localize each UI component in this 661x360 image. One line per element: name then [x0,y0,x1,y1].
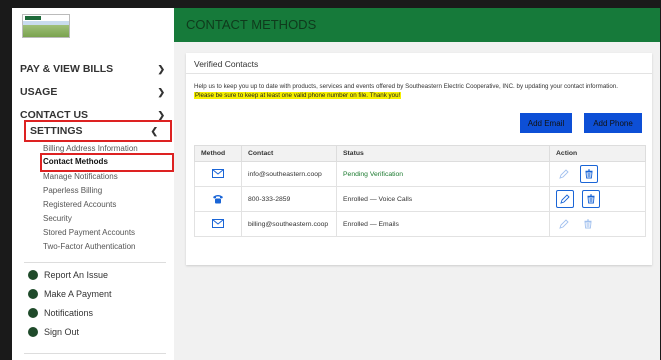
report-issue-link[interactable]: Report An Issue [28,270,108,280]
sign-out-icon [28,327,38,337]
table-row: 800-333-2859 Enrolled — Voice Calls [194,186,646,212]
settings-paperless-billing[interactable]: Paperless Billing [43,186,102,195]
chevron-up-icon: ❮ [150,125,158,136]
phone-warning-text: Please be sure to keep at least one vali… [194,92,402,99]
pencil-icon [559,219,569,229]
contact-cell: info@southeastern.coop [241,161,337,187]
nav-settings[interactable]: SETTINGS ❮ [30,121,158,141]
method-cell [194,186,242,212]
column-header-contact: Contact [241,145,337,162]
add-email-button[interactable]: Add Email [520,113,572,133]
method-cell [194,161,242,187]
add-phone-button[interactable]: Add Phone [584,113,642,133]
chevron-down-icon: ❯ [157,86,165,97]
table-header-row: Method Contact Status Action [194,145,646,162]
settings-stored-payment[interactable]: Stored Payment Accounts [43,228,135,237]
pencil-icon [560,194,570,204]
nav-usage[interactable]: USAGE ❯ [20,82,165,102]
divider [24,262,166,263]
envelope-icon [212,168,224,180]
app-window: PAY & VIEW BILLS ❯ USAGE ❯ CONTACT US ❯ … [12,8,660,360]
payment-icon [28,289,38,299]
verified-contacts-card: Verified Contacts Help us to keep you up… [186,53,652,265]
column-header-method: Method [194,145,242,162]
divider [186,73,652,74]
sidebar: PAY & VIEW BILLS ❯ USAGE ❯ CONTACT US ❯ … [12,8,175,360]
edit-button[interactable] [556,216,572,232]
trash-icon [585,169,593,179]
settings-manage-notifications[interactable]: Manage Notifications [43,172,118,181]
nav-pay-view-bills[interactable]: PAY & VIEW BILLS ❯ [20,59,165,79]
link-label: Sign Out [44,327,80,337]
nav-label: PAY & VIEW BILLS [20,63,114,75]
page-header: CONTACT METHODS [174,8,660,42]
nav-label: USAGE [20,86,58,98]
status-cell: Pending Verification [336,161,550,187]
link-label: Report An Issue [44,270,109,280]
column-header-action: Action [549,145,646,162]
bell-icon [28,308,38,318]
phone-icon [212,193,224,206]
notifications-link[interactable]: Notifications [28,308,93,318]
settings-security[interactable]: Security [43,214,72,223]
settings-two-factor[interactable]: Two-Factor Authentication [43,242,136,251]
edit-button[interactable] [556,166,572,182]
column-header-status: Status [336,145,550,162]
contact-cell: billing@southeastern.coop [241,211,337,237]
envelope-icon [212,218,224,230]
sign-out-link[interactable]: Sign Out [28,327,79,337]
link-label: Notifications [44,308,94,318]
page-title: CONTACT METHODS [186,17,317,32]
link-label: Make A Payment [44,289,112,299]
method-cell [194,211,242,237]
chevron-down-icon: ❯ [157,109,165,120]
description-text: Help us to keep you up to date with prod… [194,83,618,90]
make-payment-link[interactable]: Make A Payment [28,289,112,299]
trash-icon [587,194,595,204]
main-content: Verified Contacts Help us to keep you up… [174,42,660,360]
divider [24,353,166,354]
nav-label: SETTINGS [30,125,83,137]
company-logo[interactable] [22,14,70,38]
report-issue-icon [28,270,38,280]
settings-billing-address[interactable]: Billing Address Information [43,144,138,153]
status-cell: Enrolled — Voice Calls [336,186,550,212]
pencil-icon [559,169,569,179]
delete-button[interactable] [579,165,598,183]
action-cell [549,186,646,212]
delete-button[interactable] [580,216,596,232]
table-row: info@southeastern.coop Pending Verificat… [194,161,646,187]
settings-contact-methods[interactable]: Contact Methods [43,157,108,166]
chevron-down-icon: ❯ [157,63,165,74]
delete-button[interactable] [581,190,600,208]
settings-registered-accounts[interactable]: Registered Accounts [43,200,116,209]
contact-cell: 800-333-2859 [241,186,337,212]
trash-icon [584,219,592,229]
action-cell [549,211,646,237]
action-cell [549,161,646,187]
edit-button[interactable] [556,190,574,208]
status-cell: Enrolled — Emails [336,211,550,237]
contacts-table: Method Contact Status Action info@southe… [194,145,646,237]
card-title: Verified Contacts [194,59,259,69]
table-row: billing@southeastern.coop Enrolled — Ema… [194,211,646,237]
